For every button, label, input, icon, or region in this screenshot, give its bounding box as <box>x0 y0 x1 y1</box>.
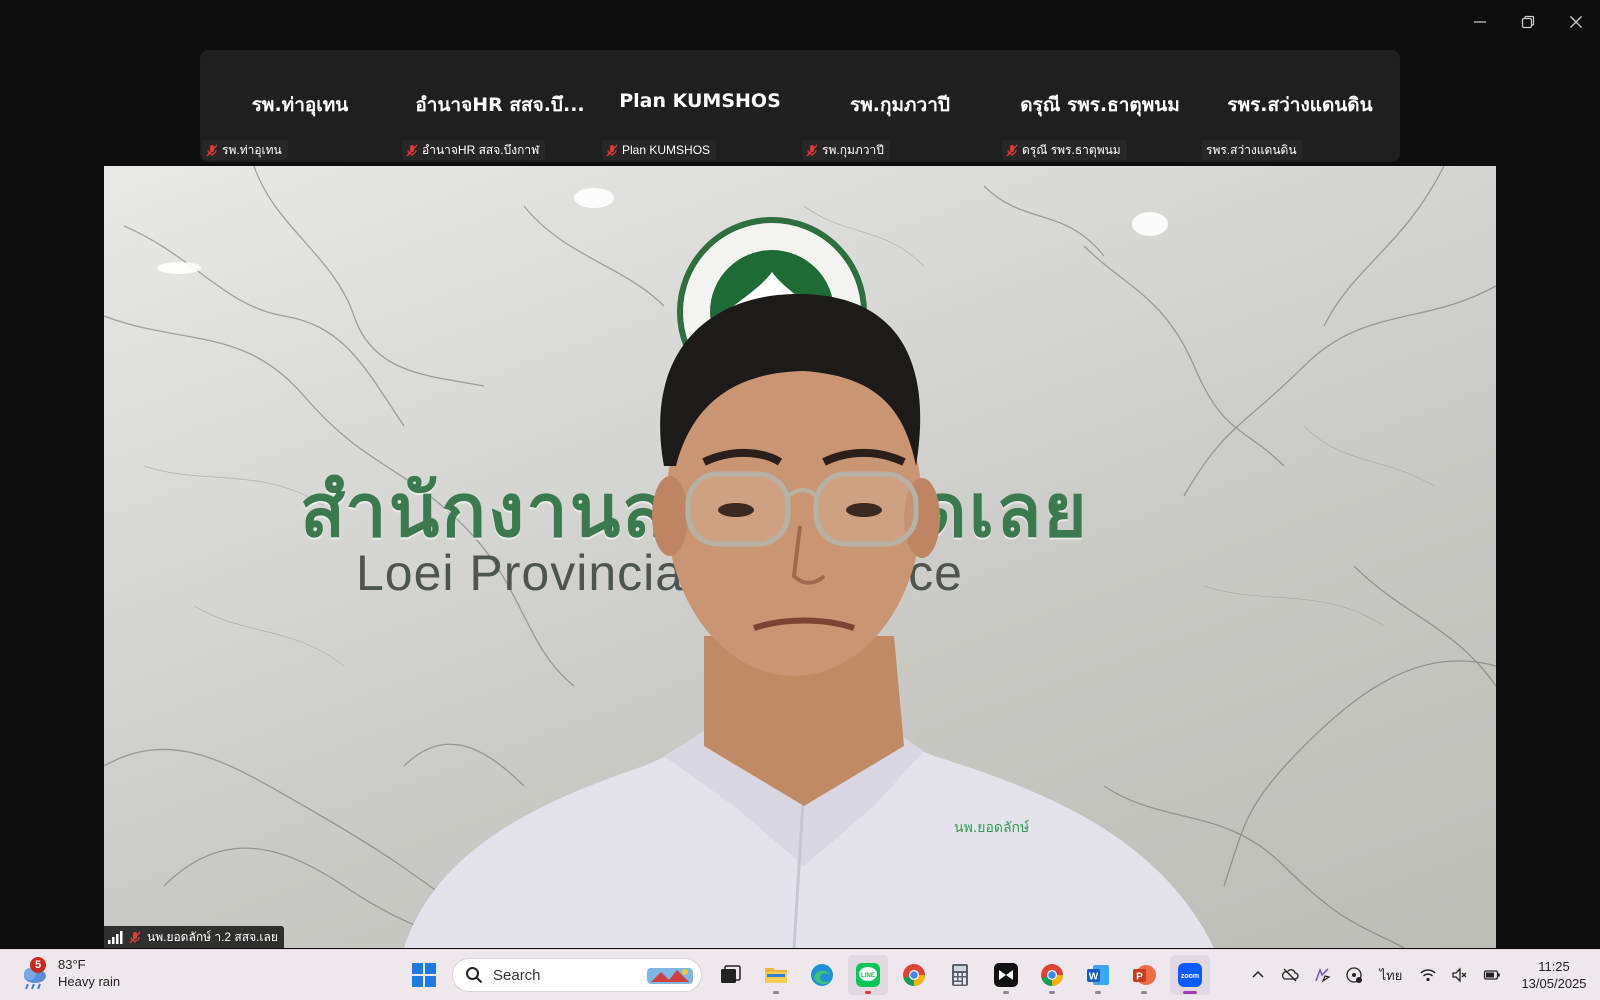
restore-icon[interactable] <box>1504 0 1552 44</box>
zoom-icon: zoom <box>1178 963 1202 987</box>
mic-muted-icon <box>406 144 418 157</box>
system-tray: ไทย 11:25 13/05/2025 <box>1242 950 1600 1000</box>
weather-alert-badge: 5 <box>30 957 46 973</box>
participant-gallery: รพ.ท่าอุเทน รพ.ท่าอุเทน อำนาจHR สสจ.บึ..… <box>200 50 1400 162</box>
edge-button[interactable] <box>802 955 842 995</box>
participant-label: รพร.สว่างแดนดิน <box>1202 140 1303 160</box>
minimize-icon[interactable] <box>1456 0 1504 44</box>
edge-icon <box>811 964 833 986</box>
close-icon[interactable] <box>1552 0 1600 44</box>
participant-label: อำนาจHR สสจ.บึงกาฬ <box>402 140 546 160</box>
task-view-button[interactable] <box>710 955 750 995</box>
participant-label: Plan KUMSHOS <box>602 140 717 160</box>
speaker-name: นพ.ยอดลักษ์ า.2 สสจ.เลย <box>147 929 278 944</box>
task-view-icon <box>721 965 741 983</box>
weather-temperature: 83°F <box>58 957 86 972</box>
pen-location-icon[interactable] <box>1306 955 1338 995</box>
main-video[interactable]: สำนักงานสา จังหวัดเลย Loei Provincia eal… <box>104 166 1496 948</box>
mic-muted-icon <box>129 931 141 944</box>
participant-label: รพ.กุมภวาปี <box>802 140 890 160</box>
shirt-name-tag: นพ.ยอดลักษ์ <box>954 819 1030 836</box>
accessibility-icon[interactable] <box>1338 955 1370 995</box>
folder-icon <box>765 968 787 983</box>
participant-name: Plan KUMSHOS <box>619 90 781 112</box>
taskbar: 5 83°F Heavy rain Search LINE W P zoom ไ… <box>0 949 1600 1000</box>
calculator-icon <box>952 964 968 986</box>
taskbar-apps: Search LINE W P zoom <box>404 954 1210 996</box>
chrome-button[interactable] <box>894 955 934 995</box>
participant-tile[interactable]: อำนาจHR สสจ.บึ... อำนาจHR สสจ.บึงกาฬ <box>400 50 600 162</box>
participant-tile[interactable]: Plan KUMSHOS Plan KUMSHOS <box>600 50 800 162</box>
chevron-up-icon[interactable] <box>1242 955 1274 995</box>
participant-tile[interactable]: รพร.สว่างแดนดิน รพร.สว่างแดนดิน <box>1200 50 1400 162</box>
participant-label-text: Plan KUMSHOS <box>622 143 711 157</box>
battery-icon[interactable] <box>1476 955 1508 995</box>
taskbar-search[interactable]: Search <box>452 958 702 992</box>
signal-strength-icon <box>107 930 123 944</box>
clock-time: 11:25 <box>1538 959 1570 974</box>
clock-date: 13/05/2025 <box>1521 976 1587 991</box>
svg-text:LINE: LINE <box>861 973 875 979</box>
calculator-button[interactable] <box>940 955 980 995</box>
volume-muted-icon[interactable] <box>1444 955 1476 995</box>
powerpoint-icon: P <box>1133 965 1156 985</box>
word-button[interactable]: W <box>1078 955 1118 995</box>
clock[interactable]: 11:25 13/05/2025 <box>1508 958 1600 992</box>
speaker-person: นพ.ยอดลักษ์ <box>404 293 1214 948</box>
search-highlight-icon <box>647 968 693 984</box>
participant-label-text: อำนาจHR สสจ.บึงกาฬ <box>422 142 540 157</box>
chrome-icon <box>903 964 925 986</box>
zoom-button[interactable]: zoom <box>1170 955 1210 995</box>
svg-text:P: P <box>1136 972 1143 983</box>
participant-label-text: รพร.สว่างแดนดิน <box>1206 142 1297 157</box>
svg-text:zoom: zoom <box>1181 973 1199 980</box>
wifi-icon[interactable] <box>1412 955 1444 995</box>
chrome-icon <box>1041 964 1063 986</box>
participant-label: ดรุณี รพร.ธาตุพนม <box>1002 140 1127 160</box>
weather-widget[interactable]: 5 83°F Heavy rain <box>20 956 120 990</box>
participant-label-text: รพ.ท่าอุเทน <box>222 142 282 157</box>
windows-start-button[interactable] <box>404 955 444 995</box>
line-icon: LINE <box>856 963 880 987</box>
file-explorer-button[interactable] <box>756 955 796 995</box>
speaker-label: นพ.ยอดลักษ์ า.2 สสจ.เลย <box>104 926 284 948</box>
participant-tile[interactable]: รพ.กุมภวาปี รพ.กุมภวาปี <box>800 50 1000 162</box>
search-icon <box>466 967 483 984</box>
onedrive-offline-icon[interactable] <box>1274 955 1306 995</box>
svg-text:W: W <box>1089 972 1099 983</box>
participant-name: รพ.กุมภวาปี <box>850 94 950 116</box>
participant-label-text: ดรุณี รพร.ธาตุพนม <box>1022 142 1121 157</box>
participant-tile[interactable]: รพ.ท่าอุเทน รพ.ท่าอุเทน <box>200 50 400 162</box>
weather-condition: Heavy rain <box>58 974 121 989</box>
capcut-button[interactable] <box>986 955 1026 995</box>
line-button[interactable]: LINE <box>848 955 888 995</box>
chrome-profile-button[interactable] <box>1032 955 1072 995</box>
participant-name: รพ.ท่าอุเทน <box>251 94 349 116</box>
capcut-icon <box>994 963 1018 987</box>
mic-muted-icon <box>206 144 218 157</box>
participant-label-text: รพ.กุมภวาปี <box>822 142 884 157</box>
word-icon: W <box>1087 965 1109 985</box>
mic-muted-icon <box>1006 144 1018 157</box>
input-language[interactable]: ไทย <box>1370 965 1412 986</box>
mic-muted-icon <box>806 144 818 157</box>
participant-label: รพ.ท่าอุเทน <box>202 140 288 160</box>
participant-tile[interactable]: ดรุณี รพร.ธาตุพนม ดรุณี รพร.ธาตุพนม <box>1000 50 1200 162</box>
search-placeholder: Search <box>493 966 541 984</box>
windows-logo-icon <box>412 963 436 987</box>
powerpoint-button[interactable]: P <box>1124 955 1164 995</box>
mic-muted-icon <box>606 144 618 157</box>
window-controls <box>1456 0 1600 44</box>
participant-name: รพร.สว่างแดนดิน <box>1227 94 1373 116</box>
participant-name: อำนาจHR สสจ.บึ... <box>415 94 585 116</box>
rain-cloud-icon: 5 <box>20 956 50 990</box>
participant-name: ดรุณี รพร.ธาตุพนม <box>1020 94 1180 116</box>
